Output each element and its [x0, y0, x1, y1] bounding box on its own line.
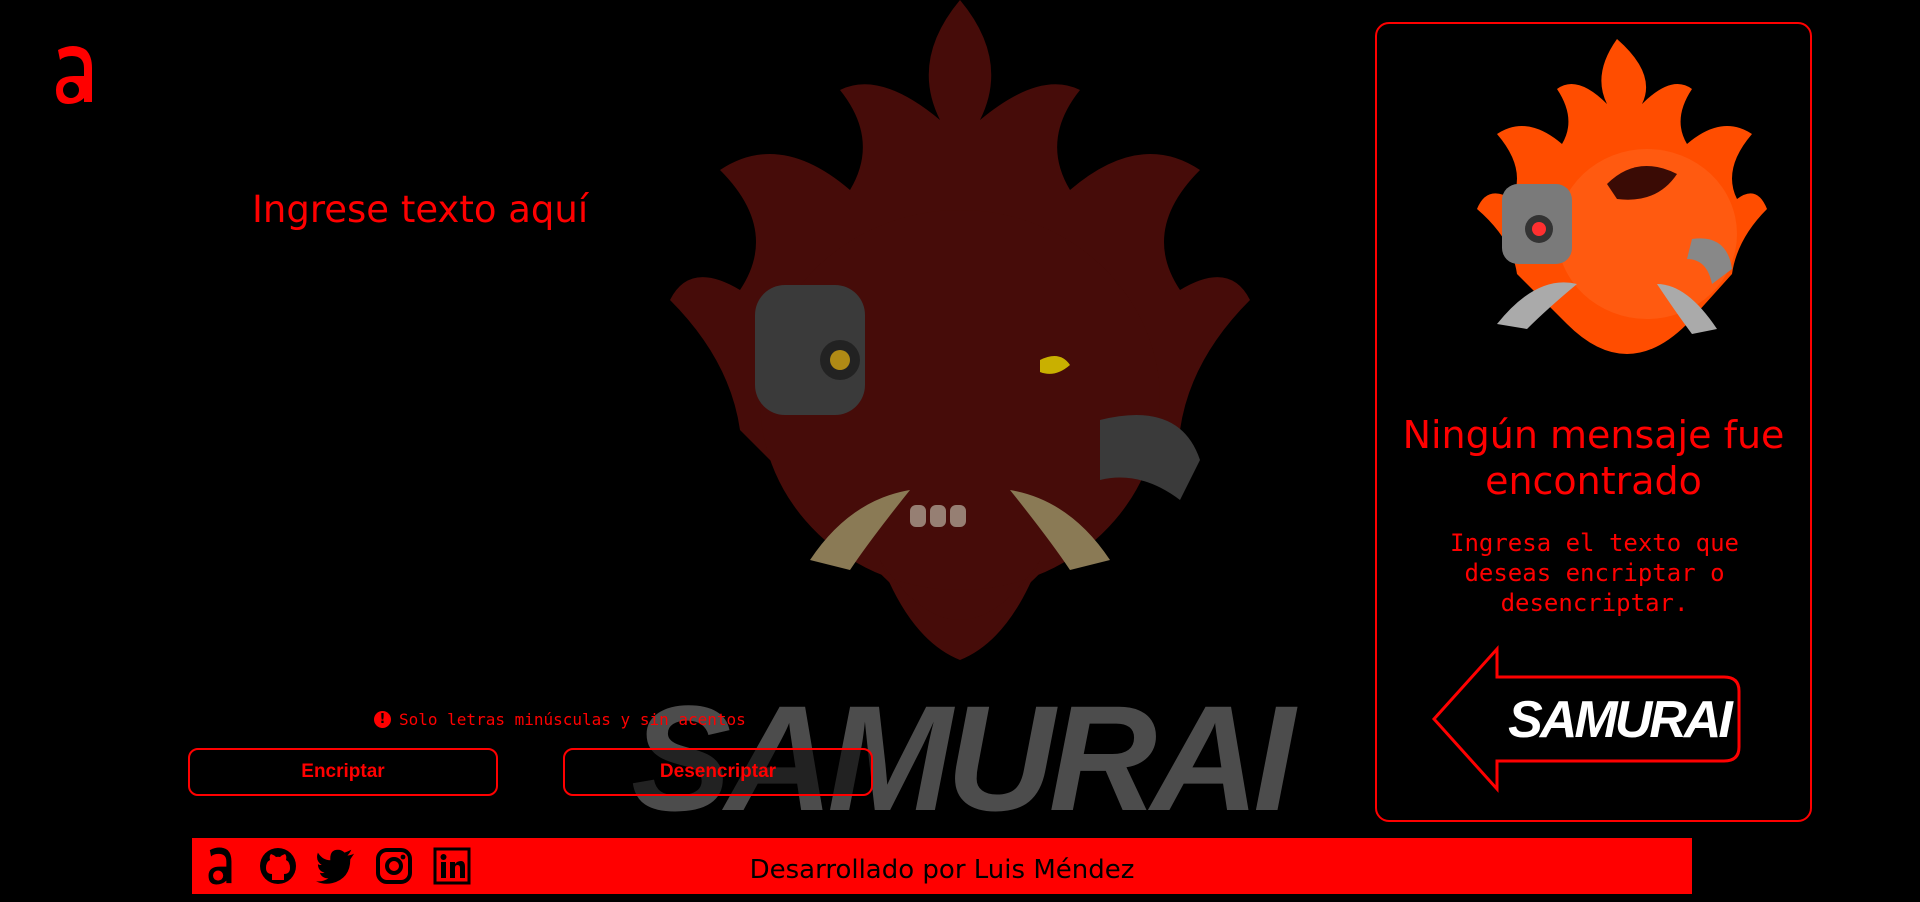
- hint-text: Solo letras minúsculas y sin acentos: [399, 710, 746, 729]
- footer-credit: Desarrollado por Luis Méndez: [749, 855, 1135, 885]
- decrypt-button[interactable]: Desencriptar: [563, 748, 873, 796]
- exclamation-circle-icon: !: [374, 711, 391, 728]
- svg-text:SAMURAI: SAMURAI: [1508, 691, 1734, 749]
- samurai-background-art: SAMURAI: [631, 0, 1304, 830]
- encrypt-button[interactable]: Encriptar: [188, 748, 498, 796]
- panel-title: Ningún mensaje fue encontrado: [1402, 413, 1785, 503]
- alura-a-logo-icon[interactable]: [52, 44, 96, 106]
- input-title: Ingrese texto aquí: [252, 188, 589, 231]
- input-hint: ! Solo letras minúsculas y sin acentos: [374, 710, 746, 729]
- panel-subtitle: Ingresa el texto que deseas encriptar o …: [1450, 529, 1739, 617]
- samurai-arrow-logo: SAMURAI: [1431, 645, 1741, 793]
- output-panel: Ningún mensaje fue encontrado Ingresa el…: [1375, 22, 1812, 822]
- text-input[interactable]: [252, 250, 676, 674]
- footer: Desarrollado por Luis Méndez: [192, 838, 1692, 894]
- samurai-mask-image: [1477, 39, 1767, 354]
